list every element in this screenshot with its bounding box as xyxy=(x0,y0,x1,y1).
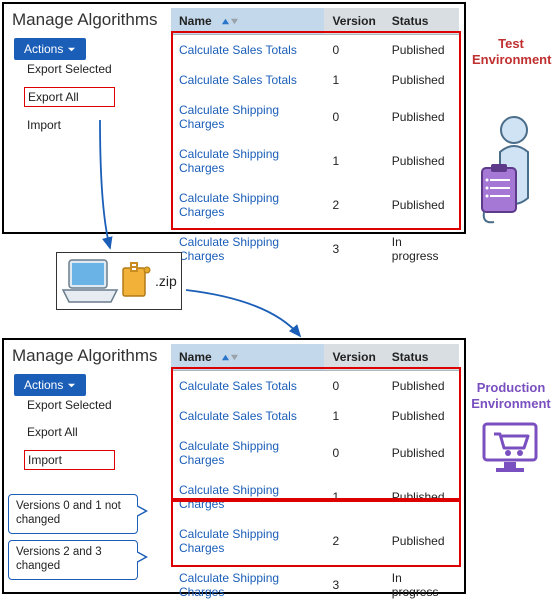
menu-export-selected[interactable]: Export Selected xyxy=(24,396,115,414)
version-cell: 1 xyxy=(324,401,383,431)
test-environment-panel: Manage Algorithms Actions Export Selecte… xyxy=(2,2,466,234)
actions-label: Actions xyxy=(24,378,63,392)
version-cell: 0 xyxy=(324,35,383,66)
status-cell: Published xyxy=(384,475,459,519)
actions-menu: Export Selected Export All Import xyxy=(24,396,115,470)
table-row: Calculate Shipping Charges 2 Published xyxy=(171,519,459,563)
version-cell: 0 xyxy=(324,95,383,139)
algorithms-table: Name Version Status Calculate Sales Tota… xyxy=(171,344,459,607)
status-cell: Published xyxy=(384,519,459,563)
sort-desc-icon xyxy=(230,17,239,26)
test-env-label: Test Environment xyxy=(472,36,550,67)
table-row: Calculate Sales Totals 1 Published xyxy=(171,401,459,431)
table-row: Calculate Shipping Charges 1 Published xyxy=(171,475,459,519)
status-cell: Published xyxy=(384,401,459,431)
algorithms-table: Name Version Status Calculate Sales Tota… xyxy=(171,8,459,271)
page-title: Manage Algorithms xyxy=(12,10,158,30)
table-row: Calculate Sales Totals 0 Published xyxy=(171,35,459,66)
status-cell: In progress xyxy=(384,563,459,607)
status-cell: In progress xyxy=(384,227,459,271)
algorithm-link[interactable]: Calculate Sales Totals xyxy=(171,35,324,66)
status-cell: Published xyxy=(384,139,459,183)
sort-asc-icon xyxy=(221,353,230,362)
sort-desc-icon xyxy=(230,353,239,362)
version-cell: 1 xyxy=(324,475,383,519)
laptop-icon xyxy=(61,256,119,306)
actions-dropdown[interactable]: Actions xyxy=(14,374,86,396)
version-cell: 3 xyxy=(324,227,383,271)
menu-export-selected[interactable]: Export Selected xyxy=(24,60,115,78)
table-row: Calculate Shipping Charges 3 In progress xyxy=(171,227,459,271)
col-status[interactable]: Status xyxy=(384,344,459,371)
table-row: Calculate Sales Totals 0 Published xyxy=(171,371,459,402)
col-version[interactable]: Version xyxy=(324,344,383,371)
actions-menu: Export Selected Export All Import xyxy=(24,60,115,134)
version-cell: 0 xyxy=(324,371,383,402)
algorithm-link[interactable]: Calculate Sales Totals xyxy=(171,65,324,95)
version-cell: 1 xyxy=(324,65,383,95)
version-cell: 2 xyxy=(324,183,383,227)
algorithm-link[interactable]: Calculate Shipping Charges xyxy=(171,563,324,607)
col-name[interactable]: Name xyxy=(171,8,324,35)
version-cell: 0 xyxy=(324,431,383,475)
version-cell: 2 xyxy=(324,519,383,563)
prod-env-label: Production Environment xyxy=(470,380,552,411)
algorithm-link[interactable]: Calculate Sales Totals xyxy=(171,371,324,402)
algorithm-link[interactable]: Calculate Shipping Charges xyxy=(171,95,324,139)
algorithm-link[interactable]: Calculate Shipping Charges xyxy=(171,227,324,271)
status-cell: Published xyxy=(384,183,459,227)
col-name-label: Name xyxy=(179,350,212,364)
page-title: Manage Algorithms xyxy=(12,346,158,366)
menu-export-all[interactable]: Export All xyxy=(24,423,115,441)
status-cell: Published xyxy=(384,95,459,139)
algorithm-link[interactable]: Calculate Shipping Charges xyxy=(171,431,324,475)
col-name-label: Name xyxy=(179,14,212,28)
shopping-cart-monitor-icon xyxy=(480,420,540,476)
clipboard-person-icon xyxy=(480,112,540,228)
algorithm-link[interactable]: Calculate Shipping Charges xyxy=(171,519,324,563)
table-row: Calculate Shipping Charges 0 Published xyxy=(171,95,459,139)
algorithm-link[interactable]: Calculate Shipping Charges xyxy=(171,475,324,519)
callout-changed: Versions 2 and 3 changed xyxy=(8,540,138,580)
sort-asc-icon xyxy=(221,17,230,26)
table-row: Calculate Shipping Charges 0 Published xyxy=(171,431,459,475)
algorithm-link[interactable]: Calculate Sales Totals xyxy=(171,401,324,431)
version-cell: 3 xyxy=(324,563,383,607)
table-row: Calculate Shipping Charges 1 Published xyxy=(171,139,459,183)
chevron-down-icon xyxy=(67,381,76,390)
col-version[interactable]: Version xyxy=(324,8,383,35)
zip-extension: .zip xyxy=(155,273,177,289)
col-status[interactable]: Status xyxy=(384,8,459,35)
archive-icon xyxy=(121,262,151,300)
menu-import[interactable]: Import xyxy=(24,450,115,470)
algorithm-link[interactable]: Calculate Shipping Charges xyxy=(171,139,324,183)
chevron-down-icon xyxy=(67,45,76,54)
table-row: Calculate Shipping Charges 3 In progress xyxy=(171,563,459,607)
callout-unchanged: Versions 0 and 1 not changed xyxy=(8,494,138,534)
status-cell: Published xyxy=(384,371,459,402)
table-row: Calculate Sales Totals 1 Published xyxy=(171,65,459,95)
menu-import[interactable]: Import xyxy=(24,116,115,134)
col-name[interactable]: Name xyxy=(171,344,324,371)
algorithm-link[interactable]: Calculate Shipping Charges xyxy=(171,183,324,227)
version-cell: 1 xyxy=(324,139,383,183)
table-row: Calculate Shipping Charges 2 Published xyxy=(171,183,459,227)
status-cell: Published xyxy=(384,65,459,95)
exported-zip: .zip xyxy=(56,252,182,310)
actions-dropdown[interactable]: Actions xyxy=(14,38,86,60)
actions-label: Actions xyxy=(24,42,63,56)
status-cell: Published xyxy=(384,35,459,66)
menu-export-all[interactable]: Export All xyxy=(24,87,115,107)
status-cell: Published xyxy=(384,431,459,475)
